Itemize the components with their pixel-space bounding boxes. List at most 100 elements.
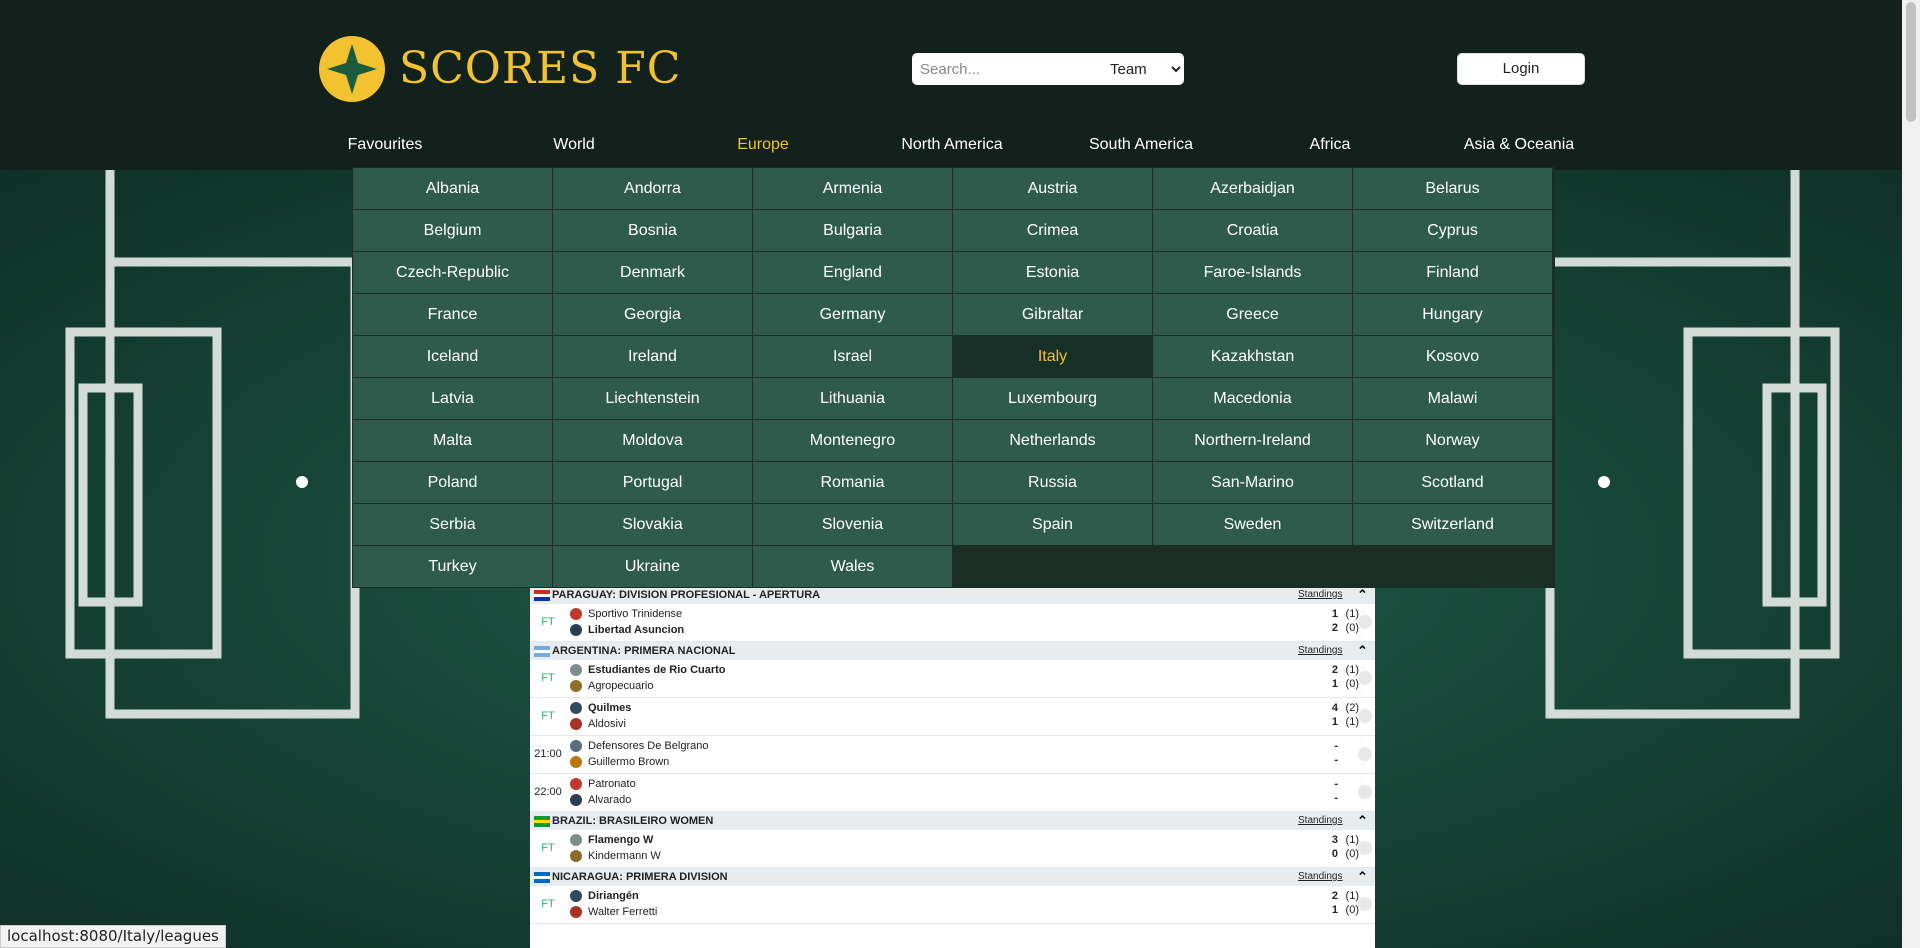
home-team-name: Patronato (588, 778, 636, 790)
standings-link[interactable]: Standings (1298, 812, 1342, 830)
country-item-norway[interactable]: Norway (1353, 420, 1552, 461)
nav-europe[interactable]: Europe (696, 136, 830, 154)
favourite-toggle[interactable] (1358, 785, 1372, 799)
country-item-finland[interactable]: Finland (1353, 252, 1552, 293)
logo[interactable]: SCORES FC (319, 36, 681, 102)
country-item-czech-republic[interactable]: Czech-Republic (353, 252, 552, 293)
country-item-turkey[interactable]: Turkey (353, 546, 552, 587)
country-item-montenegro[interactable]: Montenegro (753, 420, 952, 461)
favourite-toggle[interactable] (1358, 671, 1372, 685)
favourite-toggle[interactable] (1358, 841, 1372, 855)
country-item-belarus[interactable]: Belarus (1353, 168, 1552, 209)
search-type-select[interactable]: Team (1106, 59, 1184, 79)
country-item-iceland[interactable]: Iceland (353, 336, 552, 377)
country-item-slovenia[interactable]: Slovenia (753, 504, 952, 545)
country-item-malta[interactable]: Malta (353, 420, 552, 461)
country-item-romania[interactable]: Romania (753, 462, 952, 503)
country-item-portugal[interactable]: Portugal (553, 462, 752, 503)
country-item-azerbaidjan[interactable]: Azerbaidjan (1153, 168, 1352, 209)
nav-world[interactable]: World (507, 136, 641, 154)
match-row[interactable]: FT Flamengo W Kindermann W 3 0 (1) (0) (530, 830, 1375, 868)
country-item-faroe-islands[interactable]: Faroe-Islands (1153, 252, 1352, 293)
country-item-spain[interactable]: Spain (953, 504, 1152, 545)
country-item-macedonia[interactable]: Macedonia (1153, 378, 1352, 419)
match-row[interactable]: 21:00 Defensores De Belgrano Guillermo Bro… (530, 736, 1375, 774)
country-item-netherlands[interactable]: Netherlands (953, 420, 1152, 461)
match-row[interactable]: FT Sportivo Trinidense Libertad Asuncion 1 2… (530, 604, 1375, 642)
country-item-liechtenstein[interactable]: Liechtenstein (553, 378, 752, 419)
country-item-poland[interactable]: Poland (353, 462, 552, 503)
country-item-greece[interactable]: Greece (1153, 294, 1352, 335)
country-item-luxembourg[interactable]: Luxembourg (953, 378, 1152, 419)
country-item-russia[interactable]: Russia (953, 462, 1152, 503)
country-item-serbia[interactable]: Serbia (353, 504, 552, 545)
country-item-armenia[interactable]: Armenia (753, 168, 952, 209)
country-item-belgium[interactable]: Belgium (353, 210, 552, 251)
league-header[interactable]: ARGENTINA: PRIMERA NACIONAL Standings ⌃ (530, 642, 1375, 660)
favourite-toggle[interactable] (1358, 709, 1372, 723)
team-crest-icon (570, 680, 582, 693)
country-item-slovakia[interactable]: Slovakia (553, 504, 752, 545)
nav-south-america[interactable]: South America (1074, 136, 1208, 154)
country-item-italy[interactable]: Italy (953, 336, 1152, 377)
home-score: 2 (1331, 890, 1338, 902)
country-item-albania[interactable]: Albania (353, 168, 552, 209)
favourite-toggle[interactable] (1358, 615, 1372, 629)
standings-link[interactable]: Standings (1298, 868, 1342, 886)
country-item-estonia[interactable]: Estonia (953, 252, 1152, 293)
country-item-gibraltar[interactable]: Gibraltar (953, 294, 1152, 335)
country-item-kosovo[interactable]: Kosovo (1353, 336, 1552, 377)
country-item-malawi[interactable]: Malawi (1353, 378, 1552, 419)
league-header[interactable]: NICARAGUA: PRIMERA DIVISION Standings ⌃ (530, 868, 1375, 886)
collapse-caret-icon[interactable]: ⌃ (1357, 868, 1368, 886)
collapse-caret-icon[interactable]: ⌃ (1357, 642, 1368, 660)
page-scrollbar[interactable] (1902, 0, 1920, 948)
country-item-ukraine[interactable]: Ukraine (553, 546, 752, 587)
scrollbar-thumb[interactable] (1906, 2, 1916, 122)
nav-asia-oceania[interactable]: Asia & Oceania (1452, 136, 1586, 154)
match-row[interactable]: FT Diriangén Walter Ferretti 2 1 (1) (0) (530, 886, 1375, 924)
country-item-moldova[interactable]: Moldova (553, 420, 752, 461)
country-item-sweden[interactable]: Sweden (1153, 504, 1352, 545)
away-score: 1 (1331, 904, 1338, 916)
country-item-denmark[interactable]: Denmark (553, 252, 752, 293)
country-item-bosnia[interactable]: Bosnia (553, 210, 752, 251)
country-item-hungary[interactable]: Hungary (1353, 294, 1552, 335)
match-row[interactable]: FT Estudiantes de Rio Cuarto Agropecuario 2… (530, 660, 1375, 698)
country-item-wales[interactable]: Wales (753, 546, 952, 587)
collapse-caret-icon[interactable]: ⌃ (1357, 586, 1368, 604)
country-item-bulgaria[interactable]: Bulgaria (753, 210, 952, 251)
country-item-scotland[interactable]: Scotland (1353, 462, 1552, 503)
country-item-croatia[interactable]: Croatia (1153, 210, 1352, 251)
league-header[interactable]: BRAZIL: BRASILEIRO WOMEN Standings ⌃ (530, 812, 1375, 830)
nav-favourites[interactable]: Favourites (318, 136, 452, 154)
country-item-france[interactable]: France (353, 294, 552, 335)
nav-africa[interactable]: Africa (1263, 136, 1397, 154)
country-item-andorra[interactable]: Andorra (553, 168, 752, 209)
country-item-san-marino[interactable]: San-Marino (1153, 462, 1352, 503)
search-input[interactable] (912, 59, 1102, 79)
league-header[interactable]: PARAGUAY: DIVISION PROFESIONAL - APERTUR… (530, 586, 1375, 604)
country-item-england[interactable]: England (753, 252, 952, 293)
country-item-cyprus[interactable]: Cyprus (1353, 210, 1552, 251)
standings-link[interactable]: Standings (1298, 586, 1342, 604)
country-item-austria[interactable]: Austria (953, 168, 1152, 209)
country-item-israel[interactable]: Israel (753, 336, 952, 377)
country-item-ireland[interactable]: Ireland (553, 336, 752, 377)
collapse-caret-icon[interactable]: ⌃ (1357, 812, 1368, 830)
favourite-toggle[interactable] (1358, 897, 1372, 911)
country-item-crimea[interactable]: Crimea (953, 210, 1152, 251)
country-item-northern-ireland[interactable]: Northern-Ireland (1153, 420, 1352, 461)
country-item-lithuania[interactable]: Lithuania (753, 378, 952, 419)
favourite-toggle[interactable] (1358, 747, 1372, 761)
country-item-latvia[interactable]: Latvia (353, 378, 552, 419)
login-button[interactable]: Login (1457, 53, 1585, 85)
country-item-georgia[interactable]: Georgia (553, 294, 752, 335)
country-item-germany[interactable]: Germany (753, 294, 952, 335)
country-item-switzerland[interactable]: Switzerland (1353, 504, 1552, 545)
match-row[interactable]: 22:00 Patronato Alvarado - - (530, 774, 1375, 812)
country-item-kazakhstan[interactable]: Kazakhstan (1153, 336, 1352, 377)
standings-link[interactable]: Standings (1298, 642, 1342, 660)
nav-north-america[interactable]: North America (885, 136, 1019, 154)
match-row[interactable]: FT Quilmes Aldosivi 4 1 (2) (1) (530, 698, 1375, 736)
